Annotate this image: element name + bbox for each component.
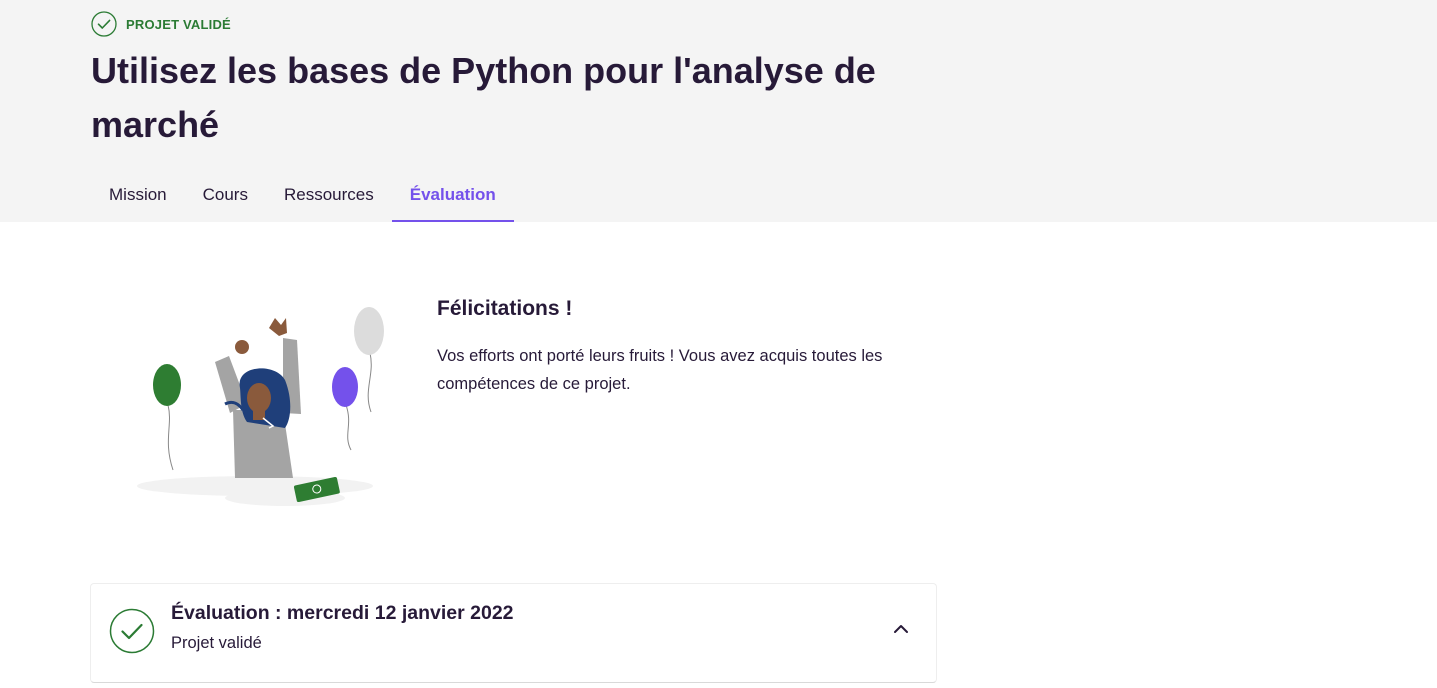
celebration-illustration: [137, 307, 384, 506]
tab-evaluation[interactable]: Évaluation: [391, 168, 514, 222]
page-title: Utilisez les bases de Python pour l'anal…: [91, 50, 876, 145]
status-label: PROJET VALIDÉ: [126, 16, 231, 32]
tab-ressources[interactable]: Ressources: [266, 168, 392, 222]
tab-cours[interactable]: Cours: [185, 168, 266, 222]
congrats-title: Félicitations !: [437, 297, 573, 320]
check-circle-icon: [91, 11, 117, 37]
check-circle-icon: [109, 608, 155, 654]
chevron-up-icon[interactable]: [892, 622, 910, 636]
evaluation-status: Projet validé: [171, 634, 262, 652]
congrats-section: Félicitations ! Vos efforts ont porté le…: [437, 294, 897, 398]
congrats-message: Vos efforts ont porté leurs fruits ! Vou…: [437, 347, 883, 393]
project-tabs: Mission Cours Ressources Évaluation: [91, 168, 514, 222]
project-status: PROJET VALIDÉ: [91, 11, 231, 37]
tab-mission[interactable]: Mission: [91, 168, 185, 222]
evaluation-card[interactable]: Évaluation : mercredi 12 janvier 2022 Pr…: [90, 583, 937, 683]
evaluation-title: Évaluation : mercredi 12 janvier 2022: [171, 602, 514, 624]
project-header: PROJET VALIDÉ Utilisez les bases de Pyth…: [0, 0, 1437, 222]
